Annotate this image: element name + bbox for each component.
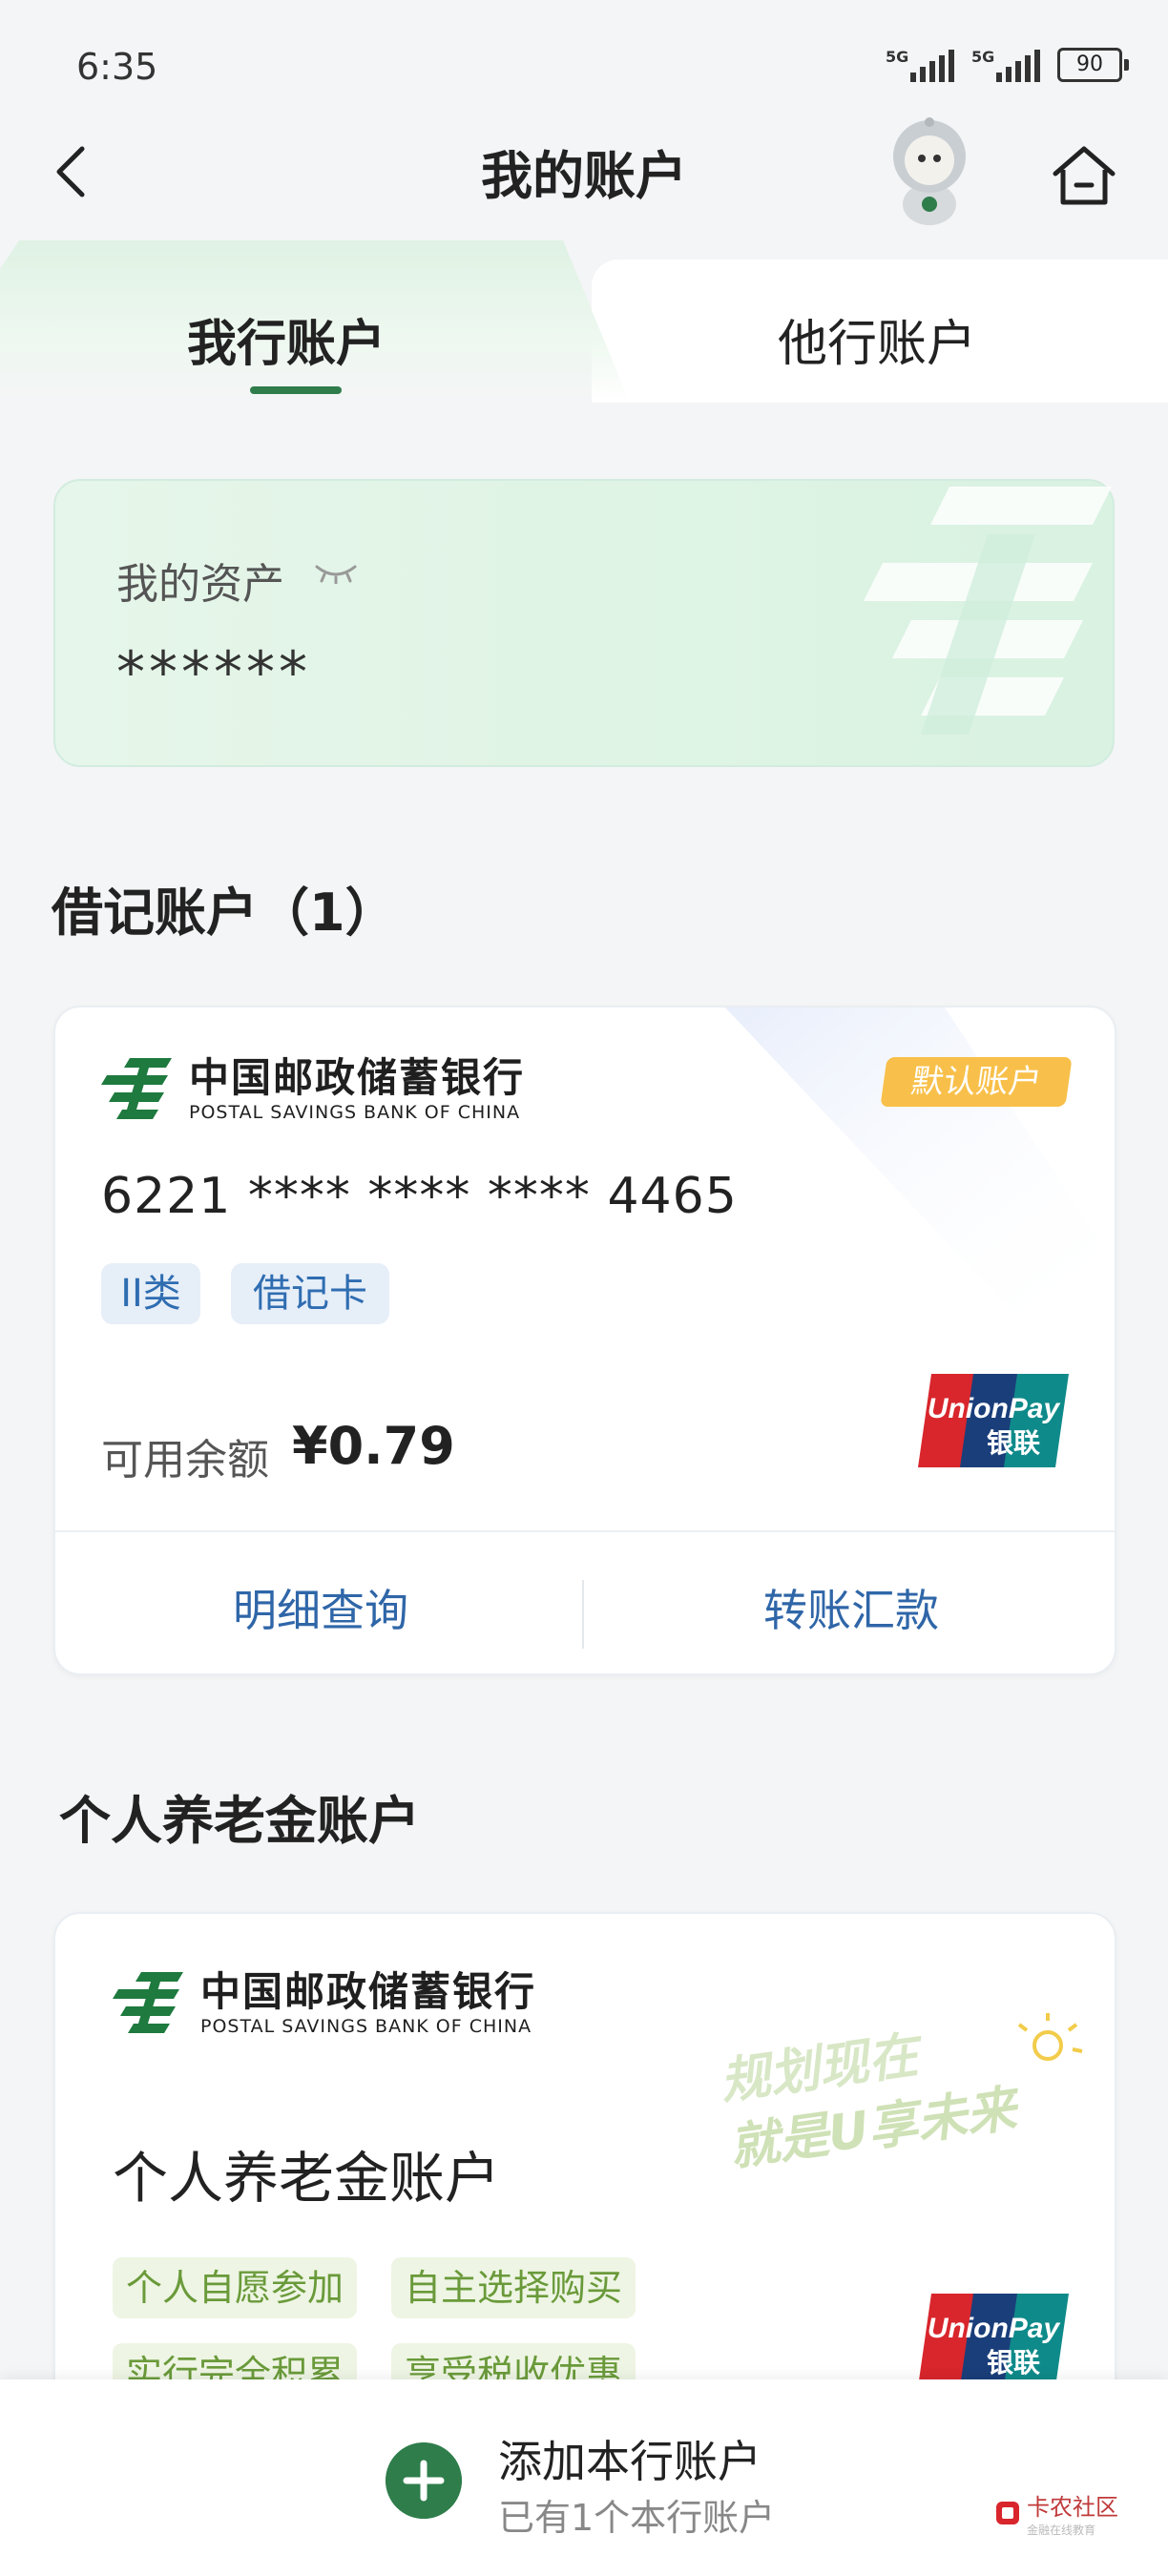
tab-my-bank-accounts[interactable]: 我行账户 <box>187 303 386 375</box>
pension-slogan: 规划现在 就是U享未来 <box>717 2013 1083 2170</box>
card-number: 6221 **** **** **** 4465 <box>101 1168 738 1225</box>
card-divider <box>53 1530 1116 1532</box>
pension-account-name: 个人养老金账户 <box>113 2146 501 2211</box>
bank-name-zh: 中国邮政储蓄银行 <box>189 1054 526 1101</box>
tab-other-bank-accounts[interactable]: 他行账户 <box>778 303 976 375</box>
signal-icon: 5G <box>971 48 1040 82</box>
mascot-avatar[interactable] <box>886 113 973 227</box>
postal-logo-watermark-icon <box>864 487 1112 735</box>
default-account-badge: 默认账户 <box>880 1057 1073 1107</box>
svg-text:银联: 银联 <box>987 1427 1040 1459</box>
add-account-title[interactable]: 添加本行账户 <box>498 2427 761 2490</box>
active-tab-indicator <box>250 386 342 394</box>
transaction-details-button[interactable]: 明细查询 <box>233 1576 408 1639</box>
home-icon[interactable] <box>1050 141 1118 210</box>
pension-feature-tag: 自主选择购买 <box>391 2257 636 2318</box>
balance-value: ¥0.79 <box>292 1416 455 1476</box>
bank-name-en: POSTAL SAVINGS BANK OF CHINA <box>189 1102 521 1123</box>
page-title: 我的账户 <box>481 146 687 206</box>
asset-value: ****** <box>116 639 311 706</box>
status-time: 6:35 <box>76 46 158 88</box>
pension-section-title: 个人养老金账户 <box>59 1791 420 1851</box>
signal-icon: 5G <box>886 48 954 82</box>
pension-feature-tag: 个人自愿参加 <box>113 2257 358 2318</box>
bank-name-en: POSTAL SAVINGS BANK OF CHINA <box>200 2016 532 2037</box>
svg-text:UnionPay: UnionPay <box>928 1393 1061 1424</box>
card-sheen-decoration <box>725 1008 1115 1311</box>
bank-name-zh: 中国邮政储蓄银行 <box>200 1968 537 2015</box>
status-icons: 5G 5G 90 <box>886 48 1129 82</box>
add-account-subtitle: 已有1个本行账户 <box>498 2497 776 2539</box>
balance-label: 可用余额 <box>101 1436 269 1485</box>
bank-logo: 中国邮政储蓄银行 POSTAL SAVINGS BANK OF CHINA <box>101 1055 525 1124</box>
action-divider <box>582 1580 584 1649</box>
watermark: 卡农社区 金融在线教育 <box>994 2488 1118 2538</box>
account-class-tag: II类 <box>101 1263 200 1324</box>
unionpay-logo-icon: UnionPay 银联 <box>918 1374 1069 1467</box>
postal-bank-logo-icon <box>113 1972 183 2033</box>
eye-closed-icon[interactable] <box>313 563 359 584</box>
bank-logo: 中国邮政储蓄银行 POSTAL SAVINGS BANK OF CHINA <box>113 1969 536 2038</box>
svg-text:UnionPay: UnionPay <box>928 2313 1061 2344</box>
card-type-tag: 借记卡 <box>231 1263 389 1324</box>
battery-icon: 90 <box>1057 48 1129 82</box>
add-account-button[interactable] <box>386 2442 462 2519</box>
watermark-logo-icon <box>996 2502 1019 2524</box>
asset-label: 我的资产 <box>116 560 284 609</box>
unionpay-logo-icon: UnionPay 银联 <box>918 2294 1069 2387</box>
debit-section-title: 借记账户（1） <box>52 883 397 943</box>
svg-text:银联: 银联 <box>987 2347 1040 2379</box>
sun-icon <box>1017 2013 1083 2061</box>
transfer-button[interactable]: 转账汇款 <box>763 1576 939 1639</box>
postal-bank-logo-icon <box>101 1058 172 1119</box>
